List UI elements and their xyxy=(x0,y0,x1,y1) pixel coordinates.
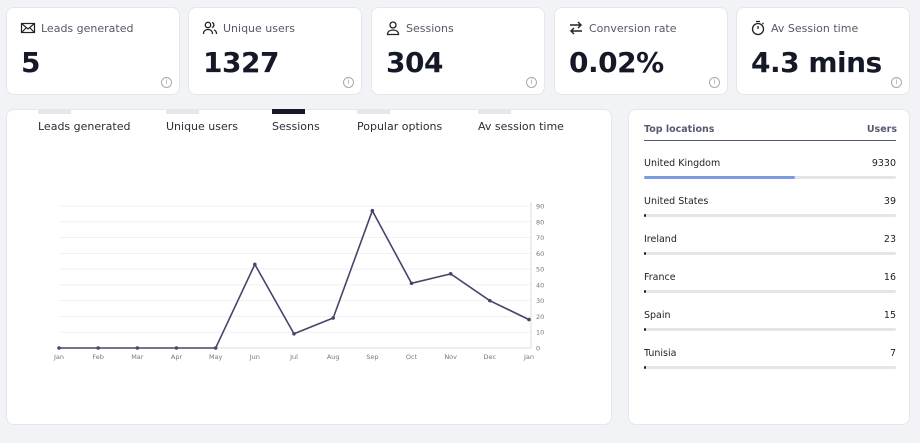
location-count: 7 xyxy=(889,348,896,359)
location-name: United States xyxy=(644,196,709,207)
location-bar xyxy=(644,366,896,369)
location-count: 39 xyxy=(883,196,896,207)
location-row: France 16 xyxy=(644,272,896,296)
y-tick-label: 20 xyxy=(536,313,544,321)
stat-card: Av Session time 4.3 mins i xyxy=(736,7,910,95)
location-name: France xyxy=(644,272,676,283)
y-tick-label: 70 xyxy=(536,234,544,242)
data-point xyxy=(370,208,375,213)
data-point xyxy=(292,332,296,336)
data-point xyxy=(96,346,100,350)
data-point xyxy=(253,262,257,267)
location-count: 16 xyxy=(883,272,896,283)
divider xyxy=(644,140,896,141)
x-tick-label: Mar xyxy=(131,353,144,361)
y-tick-label: 0 xyxy=(536,345,540,353)
x-tick-label: Jan xyxy=(53,353,64,361)
location-bar xyxy=(644,214,896,217)
location-name: Spain xyxy=(644,310,671,321)
data-point xyxy=(448,272,453,276)
x-tick-label: Sep xyxy=(366,353,378,361)
info-icon[interactable]: i xyxy=(709,77,720,88)
location-bar xyxy=(644,252,896,255)
location-name: Tunisia xyxy=(644,348,677,359)
x-tick-label: Jan xyxy=(523,353,534,361)
location-row: Spain 15 xyxy=(644,310,896,334)
stat-value: 4.3 mins xyxy=(751,46,882,79)
y-tick-label: 10 xyxy=(536,329,544,337)
x-tick-label: Jun xyxy=(249,353,260,361)
data-point xyxy=(57,346,61,350)
x-tick-label: Apr xyxy=(171,353,183,361)
x-tick-label: Nov xyxy=(444,353,457,361)
locations-header-name: Top locations xyxy=(644,124,715,135)
data-point xyxy=(174,346,179,350)
data-point xyxy=(527,317,531,322)
data-point xyxy=(135,346,140,350)
sessions-line-chart: 0 10 20 30 40 50 60 70 80 90 Jan Feb Mar Apr May Jun Jul… xyxy=(53,202,544,361)
x-tick-label: Aug xyxy=(327,353,340,361)
location-row: United States 39 xyxy=(644,196,896,220)
location-row: Ireland 23 xyxy=(644,234,896,258)
x-tick-label: May xyxy=(209,353,223,361)
data-point xyxy=(409,281,414,286)
top-locations-panel xyxy=(628,109,910,425)
location-count: 15 xyxy=(883,310,896,321)
location-row: United Kingdom 9330 xyxy=(644,158,896,182)
location-bar xyxy=(644,328,896,331)
locations-header-count: Users xyxy=(866,124,897,135)
y-tick-label: 40 xyxy=(536,281,544,289)
stopwatch-icon xyxy=(750,20,766,36)
data-point xyxy=(331,316,335,320)
location-bar xyxy=(644,176,896,179)
location-count: 9330 xyxy=(871,158,896,169)
data-point xyxy=(488,298,492,303)
stat-label: Av Session time xyxy=(771,22,859,35)
location-name: Ireland xyxy=(644,234,677,245)
location-count: 23 xyxy=(883,234,896,245)
location-row: Tunisia 7 xyxy=(644,348,896,372)
x-tick-label: Oct xyxy=(406,353,418,361)
x-tick-label: Dec xyxy=(484,353,497,361)
y-tick-label: 50 xyxy=(536,266,544,274)
y-tick-label: 90 xyxy=(536,203,544,211)
data-point xyxy=(213,346,218,350)
x-tick-label: Jul xyxy=(289,353,298,361)
x-tick-label: Feb xyxy=(92,353,104,361)
series-line xyxy=(59,208,530,349)
info-icon[interactable]: i xyxy=(891,77,902,88)
location-bar xyxy=(644,290,896,293)
y-tick-label: 60 xyxy=(536,250,544,258)
location-name: United Kingdom xyxy=(644,158,721,169)
y-tick-label: 80 xyxy=(536,218,544,226)
y-tick-label: 30 xyxy=(536,297,544,305)
